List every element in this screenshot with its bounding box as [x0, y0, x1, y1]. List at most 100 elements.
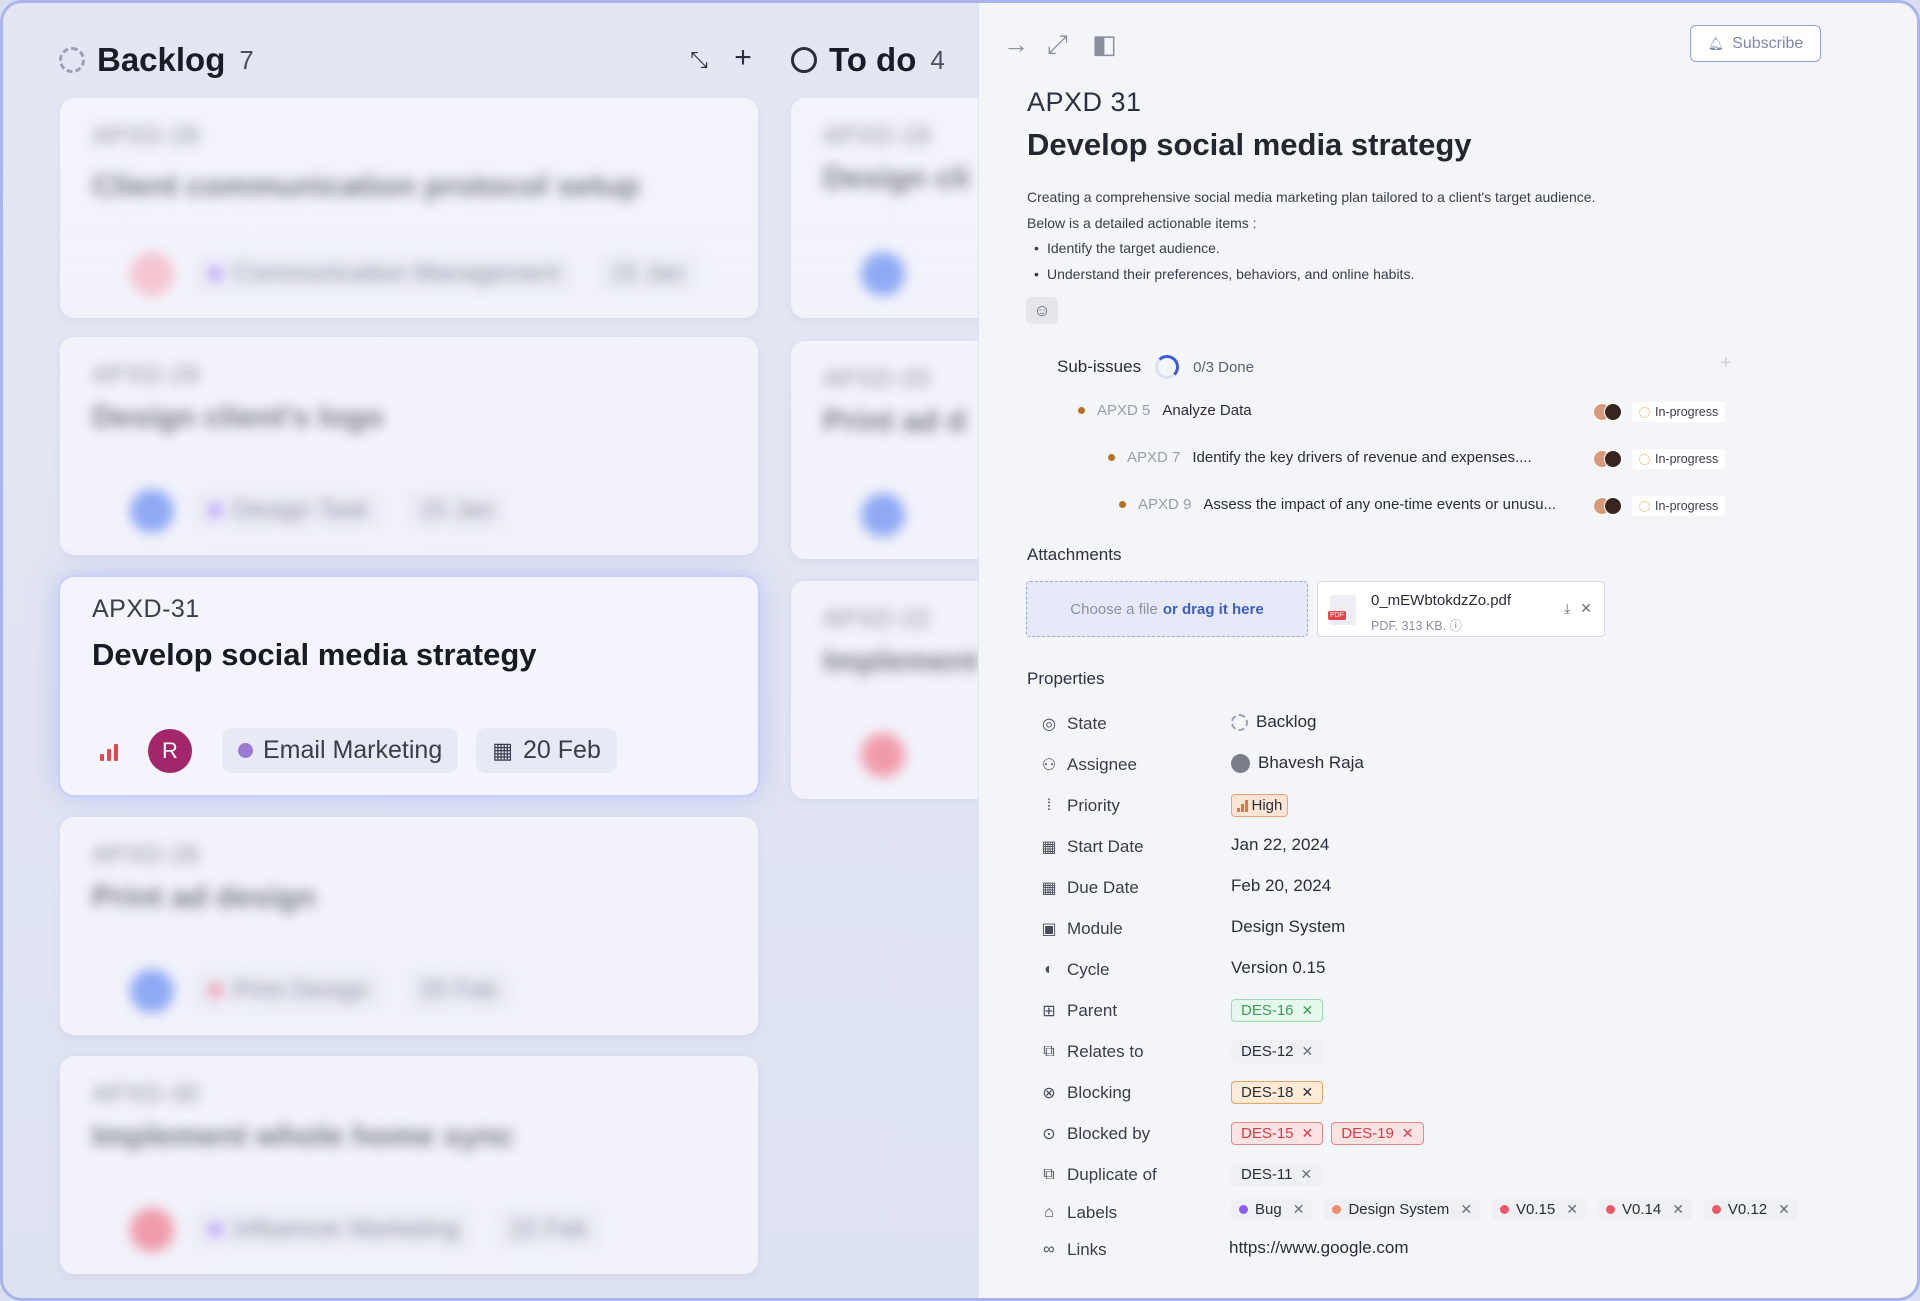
status-badge[interactable]: In-progress: [1632, 496, 1726, 516]
remove-icon[interactable]: ✕: [1402, 1125, 1414, 1142]
remove-icon[interactable]: ✕: [1460, 1201, 1472, 1218]
issue-description[interactable]: Creating a comprehensive social media ma…: [1027, 185, 1595, 287]
priority-badge[interactable]: High: [1231, 794, 1289, 817]
issue-id: APXD 31: [1027, 87, 1142, 117]
card-title: Design client's logo: [92, 399, 384, 434]
property-start-date[interactable]: ▦ Start Date Jan 22, 2024: [1039, 835, 1899, 863]
property-parent[interactable]: ⊞ Parent DES-16 ✕: [1039, 999, 1899, 1027]
parent-tag[interactable]: DES-16 ✕: [1231, 999, 1324, 1022]
label-tag[interactable]: Bug ✕: [1231, 1199, 1313, 1220]
add-reaction-button[interactable]: ☺: [1026, 297, 1058, 324]
sub-issue-meta: In-progress: [1593, 449, 1726, 469]
issue-card[interactable]: APXD-26 Print ad design Print Design 20 …: [60, 817, 758, 1035]
remove-icon[interactable]: ✕: [1300, 1166, 1312, 1183]
sub-issue-row[interactable]: APXD 5 Analyze Data: [1078, 402, 1252, 419]
blocked-by-icon: ⊙: [1042, 1126, 1056, 1143]
property-assignee[interactable]: ⚇ Assignee Bhavesh Raja: [1039, 753, 1899, 781]
card-meta: R Email Marketing ▦ 20 Feb: [100, 728, 617, 773]
description-line: Creating a comprehensive social media ma…: [1027, 189, 1596, 205]
label-tag[interactable]: V0.12 ✕: [1703, 1199, 1798, 1220]
property-state[interactable]: ◎ State Backlog: [1039, 712, 1899, 740]
download-icon[interactable]: ⤓: [1564, 600, 1570, 617]
pdf-icon: PDF: [1328, 595, 1356, 625]
label-tag[interactable]: V0.15 ✕: [1492, 1199, 1586, 1220]
app-frame: Backlog 7 ⤡ + To do 4 APXD-28 Client com…: [0, 0, 1920, 1301]
link-url[interactable]: https://www.google.com: [1229, 1238, 1409, 1258]
sub-issue-row[interactable]: APXD 7 Identify the key drivers of reven…: [1108, 449, 1532, 466]
blocked-by-tag[interactable]: DES-15 ✕: [1231, 1122, 1324, 1145]
file-dropzone[interactable]: Choose a file or drag it here: [1026, 581, 1308, 637]
status-badge[interactable]: In-progress: [1632, 449, 1726, 469]
remove-icon[interactable]: ✕: [1293, 1201, 1305, 1218]
remove-icon[interactable]: ✕: [1302, 1125, 1314, 1142]
add-issue-icon[interactable]: +: [728, 43, 758, 73]
property-duplicate-of[interactable]: ⧉ Duplicate of DES-11 ✕: [1039, 1163, 1899, 1191]
status-dot: [1078, 407, 1085, 414]
remove-icon[interactable]: ✕: [1778, 1201, 1790, 1218]
sub-issue-id: APXD 5: [1097, 402, 1151, 419]
subscribe-button[interactable]: 🔔︎ Subscribe: [1690, 25, 1821, 62]
assignee-avatars[interactable]: [1593, 403, 1622, 421]
column-count: 4: [930, 44, 945, 75]
property-cycle[interactable]: ◐ Cycle Version 0.15: [1039, 958, 1899, 986]
cycle-icon: ◐: [1044, 961, 1054, 978]
link-icon: ∞: [1043, 1241, 1055, 1258]
avatar[interactable]: R: [148, 728, 192, 773]
blocked-by-tag[interactable]: DES-19 ✕: [1331, 1122, 1424, 1145]
issue-title[interactable]: Develop social media strategy: [1027, 127, 1472, 163]
drag-link[interactable]: or drag it here: [1163, 601, 1264, 618]
tag-icon: ⌂: [1044, 1204, 1054, 1221]
property-links[interactable]: ∞ Links https://www.google.com: [1039, 1238, 1899, 1266]
close-icon[interactable]: ✕: [1580, 600, 1592, 617]
sub-issue-row[interactable]: APXD 9 Assess the impact of any one-time…: [1119, 496, 1556, 513]
avatar: [1231, 753, 1250, 773]
status-badge[interactable]: In-progress: [1632, 402, 1726, 422]
property-due-date[interactable]: ▦ Due Date Feb 20, 2024: [1039, 876, 1899, 904]
card-title: Print ad d: [823, 403, 966, 438]
remove-icon[interactable]: ✕: [1302, 1002, 1314, 1019]
collapse-icon[interactable]: ⤡: [684, 45, 714, 75]
card-title: Implement: [823, 643, 979, 678]
card-meta: Influencer Marketing 22 Feb: [92, 1207, 604, 1252]
side-peek-icon[interactable]: ◧: [1092, 31, 1117, 57]
assignee-avatars[interactable]: [1593, 497, 1622, 515]
avatar: [130, 251, 174, 296]
sub-issues-header[interactable]: Sub-issues 0/3 Done: [1057, 355, 1254, 379]
remove-icon[interactable]: ✕: [1302, 1043, 1314, 1060]
label-tag[interactable]: Design System ✕: [1324, 1199, 1481, 1220]
card-meta: [823, 733, 905, 777]
state-icon: ◎: [1042, 716, 1056, 733]
attachment-file[interactable]: PDF 0_mEWbtokdzZo.pdf PDF. 313 KB. ⓘ ⤓ ✕: [1317, 581, 1605, 637]
add-sub-issue-icon[interactable]: +: [1720, 352, 1732, 375]
relation-tag[interactable]: DES-12 ✕: [1231, 1040, 1324, 1063]
property-blocking[interactable]: ⊗ Blocking DES-18 ✕: [1039, 1081, 1899, 1109]
issue-card[interactable]: APXD-28 Client communication protocol se…: [60, 98, 758, 318]
property-module[interactable]: ▣ Module Design System: [1039, 917, 1899, 945]
duplicate-icon: ⧉: [1043, 1166, 1055, 1183]
card-id: APXD-28: [92, 122, 200, 150]
remove-icon[interactable]: ✕: [1302, 1084, 1314, 1101]
issue-card[interactable]: APXD-29 Design client's logo Design Task…: [60, 337, 758, 555]
backlog-state-icon: [59, 47, 85, 73]
remove-icon[interactable]: ✕: [1566, 1201, 1578, 1218]
card-title: Client communication protocol setup: [92, 168, 640, 203]
issue-card[interactable]: APXD-30 Implement whole home sync Influe…: [60, 1056, 758, 1274]
progress-ring-icon: [1155, 355, 1180, 379]
blocking-tag[interactable]: DES-18 ✕: [1231, 1081, 1324, 1104]
avatar: [130, 968, 174, 1013]
users-icon: ⚇: [1041, 757, 1057, 774]
property-labels[interactable]: ⌂ Labels Bug ✕ Design System ✕ V0.15 ✕ V0.14…: [1039, 1199, 1899, 1227]
duplicate-tag[interactable]: DES-11 ✕: [1231, 1163, 1323, 1186]
remove-icon[interactable]: ✕: [1672, 1201, 1684, 1218]
property-relates-to[interactable]: ⧉ Relates to DES-12 ✕: [1039, 1040, 1899, 1068]
date-chip[interactable]: ▦ 20 Feb: [476, 728, 617, 773]
assignee-avatars[interactable]: [1593, 450, 1622, 468]
arrow-right-icon[interactable]: →: [1003, 31, 1029, 57]
module-chip[interactable]: Email Marketing: [222, 728, 459, 773]
property-priority[interactable]: ⁞ Priority High: [1039, 794, 1899, 822]
label-tag[interactable]: V0.14 ✕: [1597, 1199, 1692, 1220]
expand-icon[interactable]: ⤢: [1047, 31, 1068, 57]
issue-card-selected[interactable]: APXD-31 Develop social media strategy R …: [60, 577, 758, 795]
relates-icon: ⧉: [1043, 1043, 1055, 1060]
property-blocked-by[interactable]: ⊙ Blocked by DES-15 ✕ DES-19 ✕: [1039, 1122, 1899, 1150]
